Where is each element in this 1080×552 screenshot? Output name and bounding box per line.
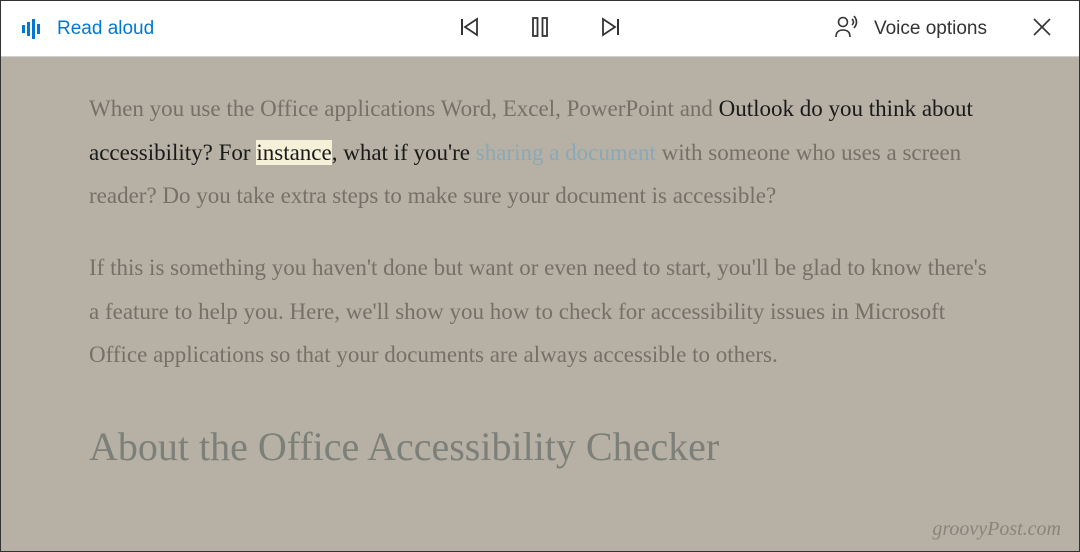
watermark: groovyPost.com xyxy=(932,518,1061,541)
voice-icon xyxy=(834,15,860,42)
close-icon xyxy=(1033,24,1051,39)
skip-back-icon xyxy=(459,16,481,41)
previous-button[interactable] xyxy=(455,12,485,45)
read-aloud-label: Read aloud xyxy=(57,18,154,40)
section-heading: About the Office Accessibility Checker xyxy=(89,409,991,485)
article-content: When you use the Office applications Wor… xyxy=(1,57,1079,505)
read-aloud-toolbar: Read aloud xyxy=(1,1,1079,57)
voice-options-button[interactable]: Voice options xyxy=(830,11,991,46)
toolbar-left: Read aloud xyxy=(21,18,154,40)
sound-bars-icon xyxy=(21,18,43,40)
next-button[interactable] xyxy=(595,12,625,45)
text-active: , what if you're xyxy=(332,140,476,165)
paragraph-1: When you use the Office applications Wor… xyxy=(89,87,991,218)
current-word-highlight: instance xyxy=(256,140,331,165)
skip-forward-icon xyxy=(599,16,621,41)
article-link[interactable]: sharing a document xyxy=(476,140,656,165)
paragraph-2: If this is something you haven't done bu… xyxy=(89,246,991,377)
voice-options-label: Voice options xyxy=(874,18,987,40)
toolbar-right: Voice options xyxy=(830,10,1059,47)
pause-icon xyxy=(529,16,551,41)
close-button[interactable] xyxy=(1025,10,1059,47)
playback-controls xyxy=(455,12,625,45)
text-inactive: When you use the Office applications Wor… xyxy=(89,96,719,121)
pause-button[interactable] xyxy=(525,12,555,45)
